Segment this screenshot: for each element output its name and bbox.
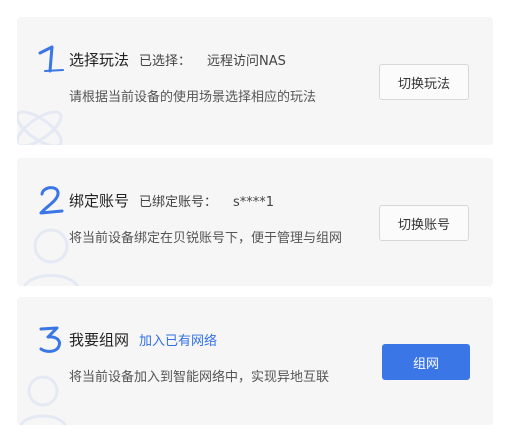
step-description: 将当前设备绑定在贝锐账号下，便于管理与组网 (69, 231, 343, 246)
step-title: 选择玩法 (69, 51, 130, 69)
step-description: 将当前设备加入到智能网络中，实现异地互联 (69, 370, 330, 385)
step-title-row: 选择玩法 已选择： 远程访问NAS (69, 49, 286, 70)
step-number-3-icon (39, 326, 61, 353)
join-existing-network-link[interactable]: 加入已有网络 (139, 330, 217, 349)
create-network-button[interactable]: 组网 (382, 344, 470, 380)
step-number-1-icon (38, 45, 64, 73)
step-card-bind-account: 绑定账号 已绑定账号： s****1 将当前设备绑定在贝锐账号下，便于管理与组网… (17, 158, 493, 286)
step-description: 请根据当前设备的使用场景选择相应的玩法 (69, 90, 317, 105)
step-subtitle: 已选择： (139, 54, 192, 69)
step-card-join-network: 我要组网 加入已有网络 将当前设备加入到智能网络中，实现异地互联 组网 (17, 297, 493, 425)
step-title: 我要组网 (69, 331, 130, 349)
step-number-2-icon (39, 186, 64, 215)
bound-account-value: s****1 (233, 195, 275, 210)
step-title-row: 我要组网 加入已有网络 (69, 329, 217, 350)
step-card-select-mode: 选择玩法 已选择： 远程访问NAS 请根据当前设备的使用场景选择相应的玩法 切换… (17, 17, 493, 145)
orbit-icon (17, 110, 63, 145)
step-subtitle: 已绑定账号： (139, 195, 218, 210)
switch-account-button[interactable]: 切换账号 (379, 205, 469, 241)
user-icon (19, 375, 67, 425)
step-title-row: 绑定账号 已绑定账号： s****1 (69, 190, 274, 211)
selected-mode-value: 远程访问NAS (207, 54, 286, 69)
switch-mode-button[interactable]: 切换玩法 (379, 64, 469, 100)
step-title: 绑定账号 (69, 192, 130, 210)
